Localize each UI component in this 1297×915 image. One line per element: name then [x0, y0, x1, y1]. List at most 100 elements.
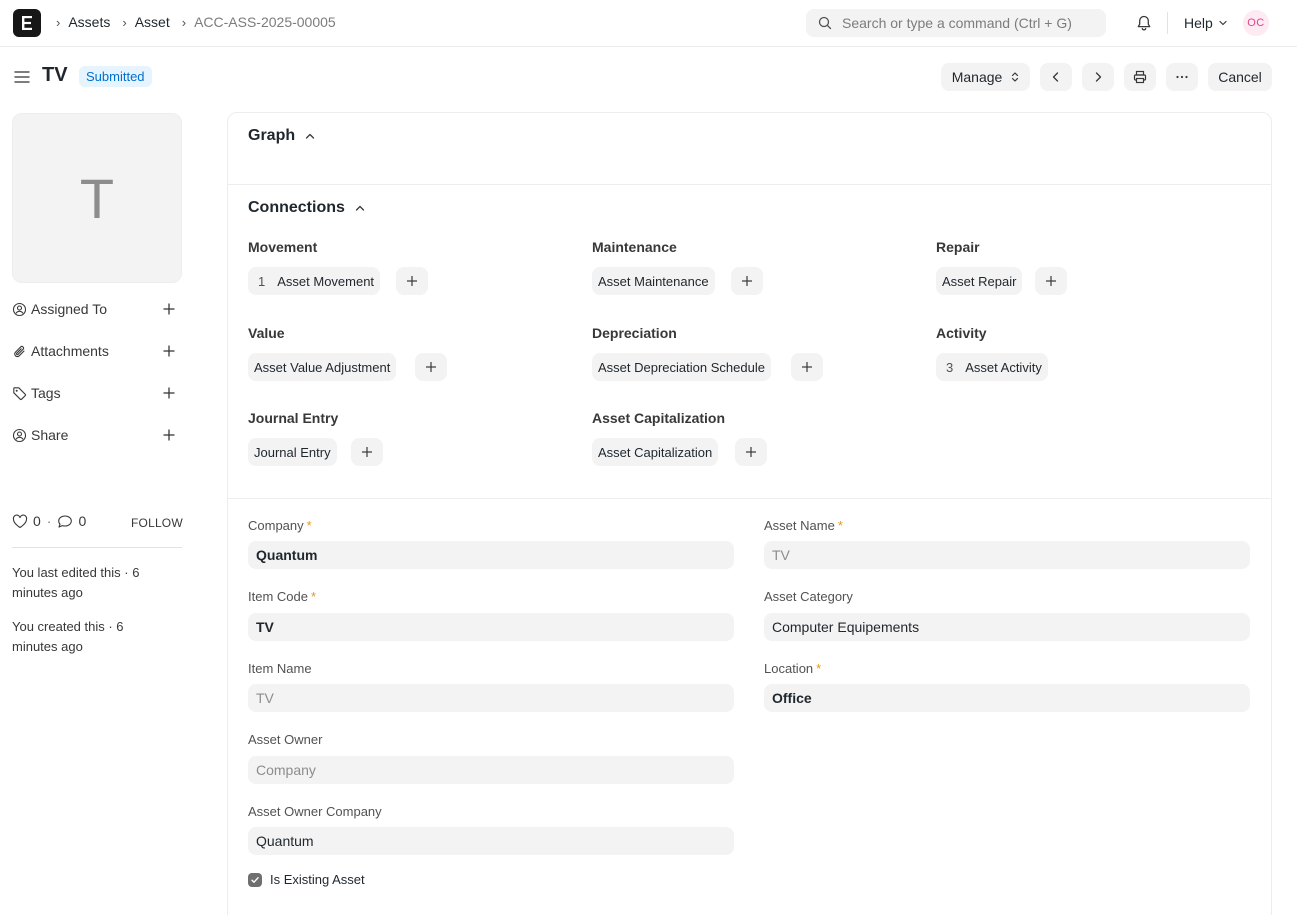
chevron-up-icon [305, 133, 315, 139]
connection-label: Asset Value Adjustment [254, 359, 391, 375]
navbar-divider [1167, 12, 1168, 34]
asset-owner-company-field[interactable]: Quantum [248, 827, 734, 855]
connection-label: Asset Depreciation Schedule [598, 359, 765, 375]
asset-owner-label: Asset Owner [248, 732, 323, 747]
cancel-button[interactable]: Cancel [1208, 63, 1272, 91]
plus-icon [742, 276, 752, 286]
add-assignee-icon[interactable] [162, 302, 176, 319]
is-existing-asset-checkbox[interactable] [248, 872, 262, 887]
user-avatar[interactable]: OC [1243, 10, 1269, 36]
add-journal-entry-button[interactable] [351, 438, 383, 466]
connection-asset-capitalization[interactable]: Asset Capitalization [592, 438, 719, 466]
connection-journal-entry[interactable]: Journal Entry [248, 438, 337, 466]
location-field[interactable]: Office [764, 684, 1250, 712]
sidebar-toggle-icon[interactable] [14, 70, 30, 87]
item-code-field[interactable]: TV [248, 613, 734, 641]
chevron-right-icon [1095, 72, 1102, 82]
add-asset-depreciation-schedule-button[interactable] [791, 353, 823, 381]
manage-button[interactable]: Manage [941, 63, 1030, 91]
add-asset-repair-button[interactable] [1035, 267, 1067, 295]
connection-group-depreciation: Depreciation [592, 325, 677, 341]
search-bar[interactable] [806, 9, 1106, 37]
graph-section-toggle[interactable]: Graph [248, 127, 316, 145]
field-label-text: Company [248, 518, 304, 533]
breadcrumb-current[interactable]: ACC-ASS-2025-00005 [194, 14, 336, 30]
required-marker: * [816, 661, 822, 676]
add-share-icon[interactable] [162, 428, 176, 445]
follow-button[interactable]: FOLLOW [131, 516, 183, 530]
plus-icon [802, 362, 812, 372]
asset-owner-field[interactable]: Company [248, 756, 734, 784]
section-divider [228, 498, 1271, 499]
sidebar-item-label: Tags [31, 385, 61, 401]
breadcrumb: › Assets › Asset › ACC-ASS-2025-00005 [56, 14, 348, 30]
add-tag-icon[interactable] [162, 386, 176, 403]
connection-count: 1 [258, 273, 266, 289]
add-asset-movement-button[interactable] [396, 267, 428, 295]
connection-asset-movement[interactable]: 1 Asset Movement [248, 267, 381, 295]
plus-icon [407, 276, 417, 286]
connections-section-toggle[interactable]: Connections [248, 199, 366, 217]
next-doc-button[interactable] [1082, 63, 1114, 91]
add-asset-value-adjustment-button[interactable] [415, 353, 447, 381]
asset-category-field[interactable]: Computer Equipements [764, 613, 1250, 641]
connection-group-activity: Activity [936, 325, 987, 341]
comment-icon[interactable] [57, 514, 73, 529]
search-input[interactable] [842, 9, 1100, 37]
connection-label: Asset Activity [965, 359, 1042, 375]
connection-asset-maintenance[interactable]: Asset Maintenance [592, 267, 715, 295]
chevron-up-icon [355, 205, 365, 211]
add-asset-maintenance-button[interactable] [731, 267, 763, 295]
chevron-left-icon [1052, 72, 1059, 82]
add-asset-capitalization-button[interactable] [735, 438, 767, 466]
company-field[interactable]: Quantum [248, 541, 734, 569]
sidebar-attachments[interactable]: Attachments [12, 341, 182, 361]
sidebar-divider [12, 547, 182, 548]
is-existing-asset-row: Is Existing Asset [248, 872, 365, 887]
app-logo[interactable] [13, 9, 41, 37]
company-label: Company * [248, 518, 312, 533]
required-marker: * [306, 518, 312, 533]
heart-icon[interactable] [12, 514, 28, 529]
likes-comments: 0 · 0 [12, 513, 92, 529]
item-name-field[interactable]: TV [248, 684, 734, 712]
asset-name-label: Asset Name * [764, 518, 843, 533]
connection-asset-activity[interactable]: 3 Asset Activity [936, 353, 1048, 381]
help-dropdown[interactable]: Help [1184, 15, 1228, 31]
connection-asset-value-adjustment[interactable]: Asset Value Adjustment [248, 353, 397, 381]
sidebar-tags[interactable]: Tags [12, 383, 182, 403]
page-title: TV [42, 64, 68, 86]
section-title: Graph [248, 127, 296, 144]
assign-icon [12, 302, 27, 317]
asset-owner-company-label: Asset Owner Company [248, 804, 382, 819]
field-label-text: Location [764, 661, 814, 676]
breadcrumb-asset[interactable]: Asset [135, 14, 170, 30]
connection-asset-repair[interactable]: Asset Repair [936, 267, 1023, 295]
connection-label: Asset Repair [942, 273, 1017, 289]
activity-last-edited: You last edited this · 6 minutes ago [12, 565, 140, 600]
section-divider [228, 184, 1271, 185]
printer-icon [1133, 70, 1147, 84]
breadcrumb-assets[interactable]: Assets [68, 14, 110, 30]
plus-icon [1046, 276, 1056, 286]
add-attachment-icon[interactable] [162, 344, 176, 361]
connection-group-value: Value [248, 325, 285, 341]
connection-group-repair: Repair [936, 239, 980, 255]
connection-group-movement: Movement [248, 239, 318, 255]
asset-name-field[interactable]: TV [764, 541, 1250, 569]
print-button[interactable] [1124, 63, 1156, 91]
likes-count: 0 [33, 513, 41, 529]
notification-bell-icon[interactable] [1135, 14, 1153, 35]
checkmark-icon [251, 876, 259, 883]
help-label: Help [1184, 15, 1213, 31]
required-marker: * [310, 589, 317, 604]
more-actions-button[interactable] [1166, 63, 1198, 91]
form-card [227, 112, 1272, 915]
plus-icon [362, 447, 372, 457]
connection-asset-depreciation-schedule[interactable]: Asset Depreciation Schedule [592, 353, 771, 381]
sidebar-assigned-to[interactable]: Assigned To [12, 299, 182, 319]
asset-image-placeholder[interactable]: T [12, 113, 182, 283]
sidebar-share[interactable]: Share [12, 425, 182, 445]
previous-doc-button[interactable] [1040, 63, 1072, 91]
manage-label: Manage [951, 69, 1003, 85]
